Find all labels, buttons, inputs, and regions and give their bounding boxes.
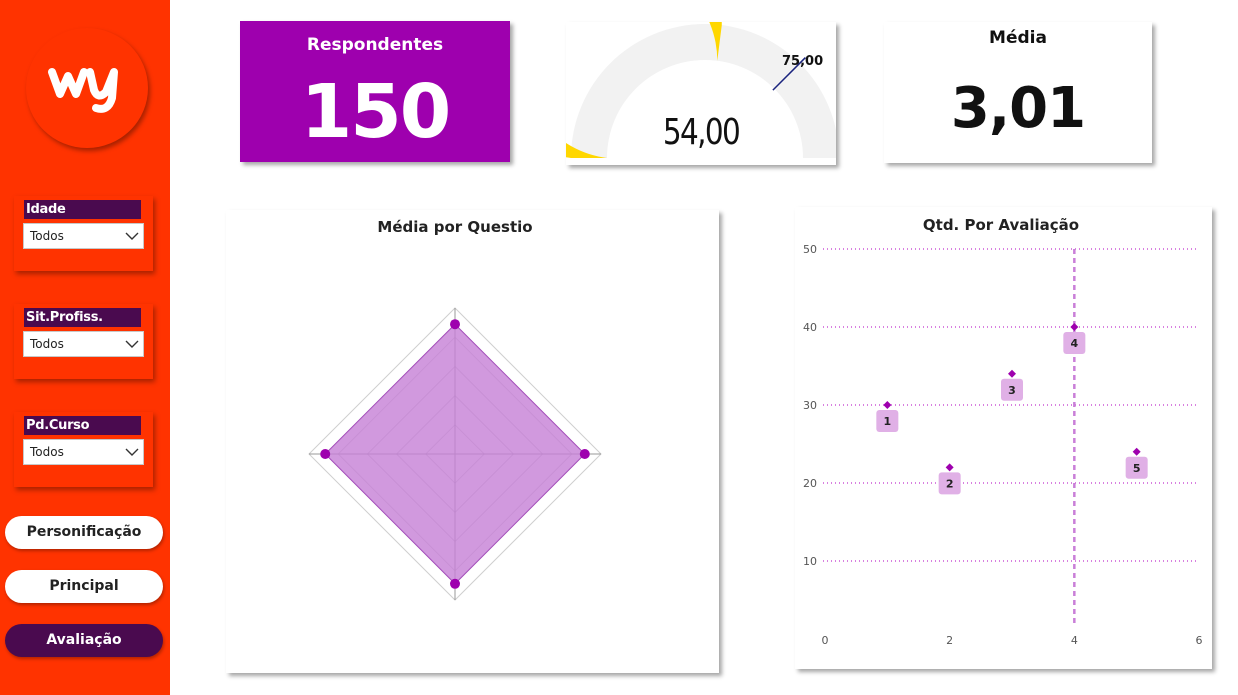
nav-principal-button[interactable]: Principal xyxy=(5,570,163,603)
scatter-x-tick-label: 4 xyxy=(1071,634,1078,647)
scatter-y-tick-label: 40 xyxy=(803,321,817,334)
respondentes-label: Respondentes xyxy=(306,35,444,55)
filter-sit-profiss: Sit.Profiss. Todos xyxy=(14,304,153,379)
radar-chart-card: Média por Questio xyxy=(226,210,719,673)
scatter-point-label: 2 xyxy=(946,477,954,490)
scatter-point xyxy=(945,463,954,472)
scatter-chart-card: Qtd. Por Avaliação 10 20 30 40 50 0 2 4 6 1 2 3 4 5 xyxy=(795,207,1212,669)
filter-idade-value: Todos xyxy=(30,229,64,243)
gauge-card: 54,00 75,00 xyxy=(453,0,839,165)
media-card: Média 3,01 xyxy=(884,22,1152,163)
filter-pd-curso-value: Todos xyxy=(30,445,64,459)
respondentes-value: 150 xyxy=(300,69,451,155)
radar-point xyxy=(579,449,590,459)
filter-pd-curso: Pd.Curso Todos xyxy=(14,412,153,487)
filter-pd-curso-label: Pd.Curso xyxy=(24,416,141,435)
scatter-point-label: 5 xyxy=(1133,462,1141,475)
scatter-y-tick-label: 20 xyxy=(803,477,817,490)
radar-chart xyxy=(308,307,602,601)
filter-pd-curso-dropdown[interactable]: Todos xyxy=(23,439,144,465)
scatter-x-tick-label: 0 xyxy=(822,634,829,647)
scatter-point-label: 4 xyxy=(1071,337,1079,350)
media-value: 3,01 xyxy=(950,76,1086,141)
gauge-value: 54,00 xyxy=(662,112,741,153)
chevron-down-icon xyxy=(125,232,139,240)
nav-personificacao-button[interactable]: Personificação xyxy=(5,516,163,549)
filter-sit-profiss-label: Sit.Profiss. xyxy=(24,308,141,327)
sidebar: Idade Todos Sit.Profiss. Todos Pd.Curso … xyxy=(0,0,170,695)
filter-sit-profiss-dropdown[interactable]: Todos xyxy=(23,331,144,357)
scatter-y-tick-label: 30 xyxy=(803,399,817,412)
filter-idade-dropdown[interactable]: Todos xyxy=(23,223,144,249)
scatter-point xyxy=(1008,369,1016,378)
filter-sit-profiss-value: Todos xyxy=(30,337,64,351)
filter-idade: Idade Todos xyxy=(14,196,153,271)
scatter-x-tick-label: 6 xyxy=(1196,634,1203,647)
filter-idade-label: Idade xyxy=(24,200,141,219)
scatter-y-tick-label: 10 xyxy=(803,555,817,568)
scatter-y-tick-label: 50 xyxy=(803,243,817,256)
respondentes-card: Respondentes 150 xyxy=(240,21,510,162)
scatter-point xyxy=(883,401,892,409)
radar-chart-title: Média por Questio xyxy=(377,218,533,236)
scatter-x-tick-label: 2 xyxy=(946,634,953,647)
brand-logo xyxy=(26,28,148,148)
chevron-down-icon xyxy=(125,340,139,348)
radar-point xyxy=(320,449,331,459)
scatter-point xyxy=(1132,447,1141,456)
radar-point xyxy=(450,578,460,589)
radar-point xyxy=(450,319,460,330)
radar-series-area xyxy=(324,323,586,585)
nav-avaliacao-button[interactable]: Avaliação xyxy=(5,624,163,657)
scatter-chart-title: Qtd. Por Avaliação xyxy=(922,216,1080,234)
media-label: Média xyxy=(989,28,1047,48)
scatter-chart: 10 20 30 40 50 0 2 4 6 1 2 3 4 5 xyxy=(803,243,1203,647)
scatter-point-label: 1 xyxy=(884,415,892,428)
chevron-down-icon xyxy=(125,448,139,456)
gauge-target-label: 75,00 xyxy=(782,54,824,69)
scatter-point xyxy=(1070,323,1079,331)
scatter-point-label: 3 xyxy=(1008,384,1016,397)
